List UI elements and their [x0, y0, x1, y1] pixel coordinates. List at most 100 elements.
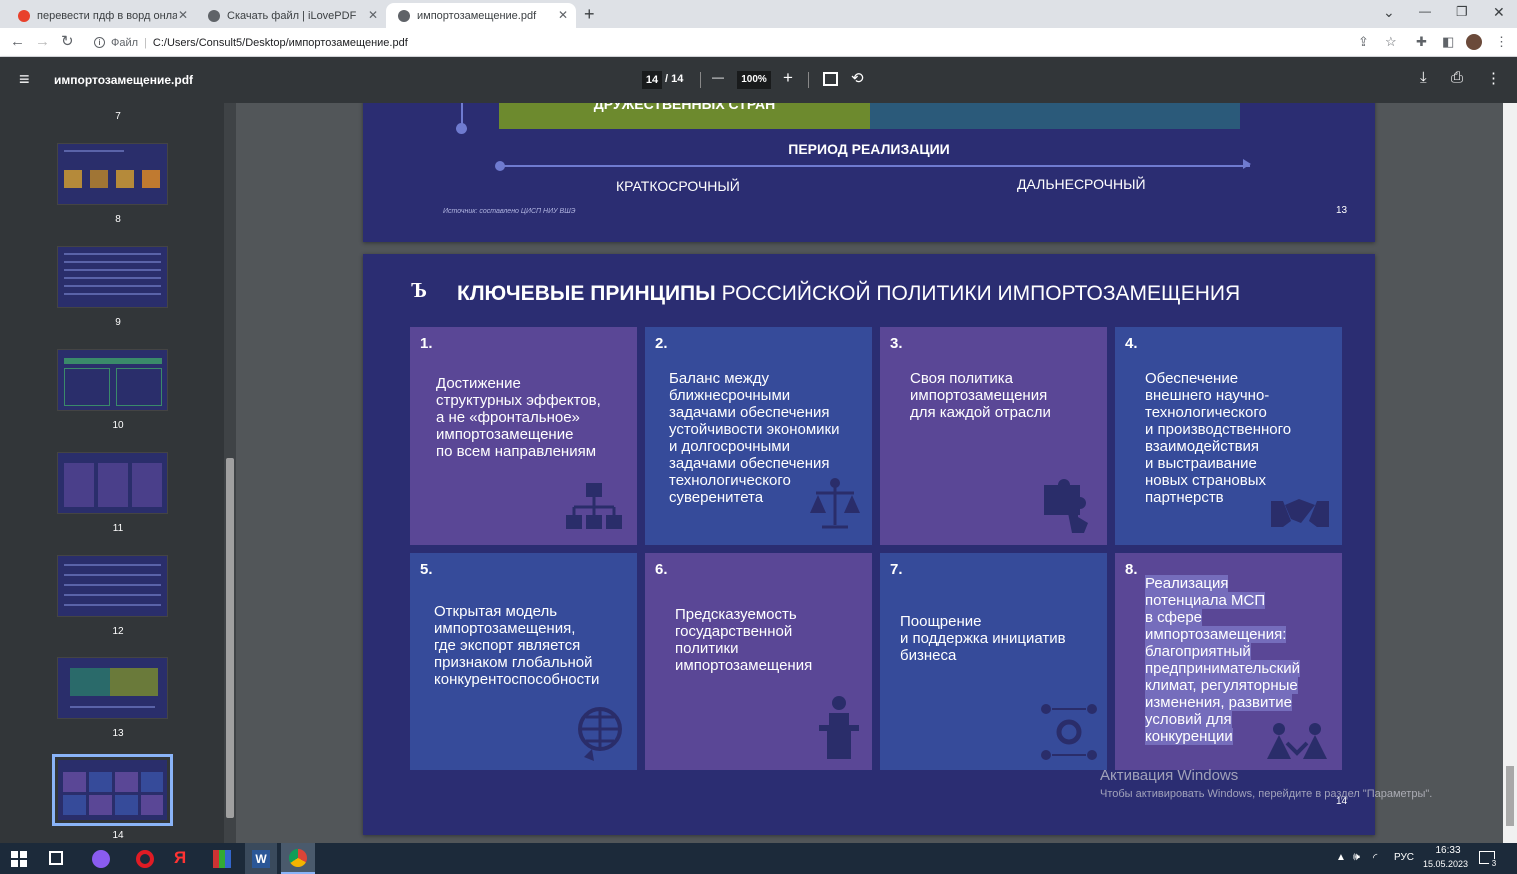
hierarchy-icon [566, 483, 622, 529]
selected-text[interactable]: Реализация потенциала МСП в сфере импорт… [1145, 575, 1300, 745]
extensions-icon[interactable]: ✚ [1416, 32, 1427, 52]
tab-search-button[interactable]: ⌄ [1383, 4, 1395, 21]
windows-start-icon[interactable] [11, 851, 27, 867]
card-number: 4. [1125, 335, 1138, 352]
opera-icon[interactable] [136, 850, 154, 868]
handshake-icon [1271, 499, 1329, 527]
thumb-label: 11 [112, 523, 124, 534]
tab-title: перевести пдф в ворд онлайн б [37, 9, 177, 22]
thumb-label: 12 [112, 626, 124, 637]
clock-time[interactable]: 16:33 [1431, 845, 1465, 856]
globe-icon [398, 9, 410, 22]
language-indicator[interactable]: РУС [1394, 852, 1414, 863]
thumbnail-9[interactable] [57, 246, 168, 308]
fit-page-icon[interactable] [823, 72, 838, 86]
source-note: Источник: составлено ЦИСП НИУ ВШЭ [443, 208, 576, 215]
windows-taskbar: Я W ▲ 🕪 ◜ РУС 16:33 15.05.2023 3 [0, 843, 1517, 874]
address-bar[interactable]: i Файл | C:/Users/Consult5/Desktop/импор… [88, 31, 1400, 54]
tab-ilovepdf[interactable]: Скачать файл | iLovePDF ✕ [196, 3, 386, 28]
side-panel-icon[interactable]: ◧ [1442, 32, 1454, 52]
rotate-icon[interactable]: ⟲ [851, 69, 864, 87]
slide-14: Ъ КЛЮЧЕВЫЕ ПРИНЦИПЫ РОССИЙСКОЙ ПОЛИТИКИ … [363, 254, 1375, 835]
reload-icon[interactable]: ↻ [61, 32, 74, 52]
url-text[interactable]: C:/Users/Consult5/Desktop/импортозамещен… [153, 37, 408, 49]
card-text: Поощрение и поддержка инициатив бизнеса [900, 613, 1066, 664]
card-text: Своя политика импортозамещения для каждо… [910, 370, 1051, 421]
thumbnail-11[interactable] [57, 452, 168, 514]
banner-text: ДРУЖЕСТВЕННЫХ СТРАН [593, 103, 776, 112]
long-term-label: ДАЛЬНЕСРОЧНЫЙ [1017, 176, 1146, 192]
card-number: 6. [655, 561, 668, 578]
minimize-button[interactable]: — [1419, 4, 1431, 18]
info-icon[interactable]: i [94, 37, 105, 48]
thumbnail-12[interactable] [57, 555, 168, 617]
scales-icon [810, 478, 860, 529]
share-icon[interactable]: ⇪ [1358, 32, 1369, 52]
thumbnail-8[interactable] [57, 143, 168, 205]
download-icon[interactable]: ⤓ [1420, 69, 1427, 86]
slide13-banner: ДРУЖЕСТВЕННЫХ СТРАН [499, 103, 870, 129]
volume-icon[interactable]: 🕪 [1353, 851, 1360, 864]
close-tab-icon[interactable]: ✕ [558, 8, 568, 22]
principle-card-8: 8. Реализация потенциала МСП в сфере имп… [1115, 553, 1342, 770]
viewer-scrollbar[interactable] [1503, 103, 1517, 843]
principle-card-7: 7. Поощрение и поддержка инициатив бизне… [880, 553, 1107, 770]
zoom-in-button[interactable]: + [783, 68, 793, 88]
card-text-selected[interactable]: Реализация потенциала МСП в сфере импорт… [1145, 575, 1300, 745]
tab-pdf[interactable]: импортозамещение.pdf ✕ [386, 3, 576, 28]
sidebar-scrollbar[interactable] [224, 103, 236, 843]
activation-watermark-title: Активация Windows [1100, 767, 1239, 784]
word-taskbar-button[interactable]: W [245, 843, 277, 874]
close-tab-icon[interactable]: ✕ [178, 8, 188, 22]
menu-dots-icon[interactable]: ⋮ [1495, 32, 1508, 52]
thumbnail-13[interactable] [57, 657, 168, 719]
tab-yandex[interactable]: перевести пдф в ворд онлайн б ✕ [6, 3, 196, 28]
more-options-icon[interactable]: ⋮ [1486, 69, 1501, 87]
sidebar-menu-icon[interactable]: ≡ [19, 69, 30, 90]
forward-icon[interactable]: → [35, 32, 50, 52]
new-tab-button[interactable]: + [584, 4, 595, 25]
tab-bar: перевести пдф в ворд онлайн б ✕ Скачать … [0, 0, 1517, 28]
thumb-label: 9 [115, 317, 121, 328]
print-icon[interactable]: ⎙ [1451, 69, 1463, 86]
thumbnail-10[interactable] [57, 349, 168, 411]
bookmark-star-icon[interactable]: ☆ [1385, 32, 1397, 52]
principle-card-1: 1. Достижение структурных эффектов, а не… [410, 327, 637, 545]
globe-icon [578, 707, 622, 761]
principle-card-4: 4. Обеспечение внешнего научно- технолог… [1115, 327, 1342, 545]
network-icon[interactable]: ◜ [1373, 851, 1377, 864]
page-input[interactable]: 14 [642, 71, 662, 89]
close-tab-icon[interactable]: ✕ [368, 8, 378, 22]
tray-chevron-icon[interactable]: ▲ [1336, 852, 1346, 863]
notification-count: 3 [1489, 859, 1499, 868]
zoom-input[interactable]: 100% [737, 71, 771, 89]
thumb-label: 8 [115, 214, 121, 225]
back-icon[interactable]: ← [10, 32, 25, 52]
tab-title: Скачать файл | iLovePDF [227, 9, 357, 22]
gear-network-icon [1041, 704, 1097, 760]
winrar-icon[interactable] [213, 850, 231, 868]
thumb-label: 10 [112, 420, 124, 431]
principle-card-3: 3. Своя политика импортозамещения для ка… [880, 327, 1107, 545]
browser-toolbar: ← → ↻ i Файл | C:/Users/Consult5/Desktop… [0, 28, 1517, 57]
task-view-icon[interactable] [49, 851, 63, 865]
principle-card-5: 5. Открытая модель импортозамещения, где… [410, 553, 637, 770]
close-window-button[interactable]: ✕ [1493, 4, 1505, 21]
alice-icon[interactable] [92, 850, 110, 868]
avatar[interactable] [1466, 34, 1482, 50]
zoom-out-button[interactable]: — [712, 70, 724, 84]
sidebar-scroll-thumb[interactable] [226, 458, 234, 818]
thumb-label: 14 [112, 830, 124, 841]
activation-watermark-text: Чтобы активировать Windows, перейдите в … [1100, 788, 1433, 800]
globe-icon [208, 9, 220, 22]
tab-title: импортозамещение.pdf [417, 9, 537, 22]
clock-date[interactable]: 15.05.2023 [1423, 859, 1468, 869]
principle-card-2: 2. Баланс между ближнесрочными задачами … [645, 327, 872, 545]
card-text: Открытая модель импортозамещения, где эк… [434, 603, 600, 688]
yandex-browser-icon[interactable]: Я [174, 848, 186, 868]
viewer-scroll-thumb[interactable] [1506, 766, 1514, 826]
restore-button[interactable]: ❐ [1456, 4, 1468, 20]
thumbnail-14-selected[interactable] [52, 754, 173, 826]
slide-page-number: 13 [1336, 205, 1348, 216]
chrome-taskbar-button[interactable] [281, 843, 315, 874]
